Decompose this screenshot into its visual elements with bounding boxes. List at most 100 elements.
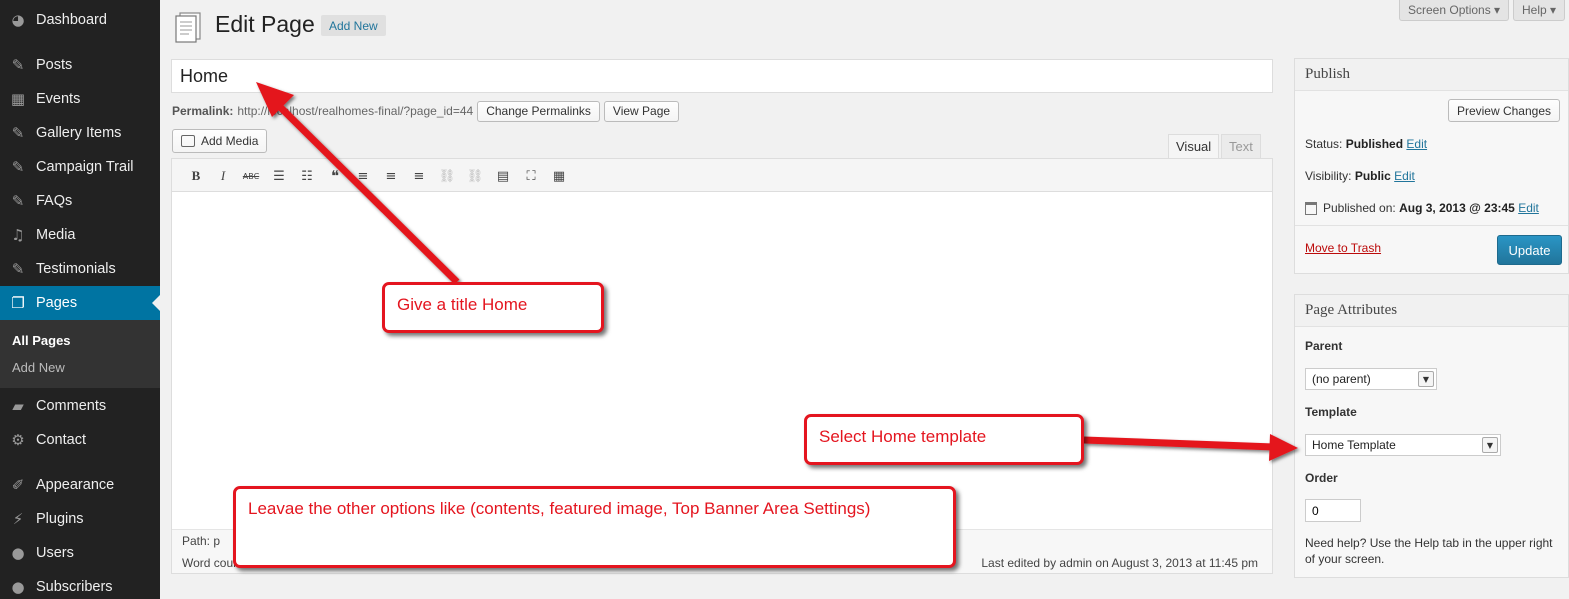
edit-visibility-link[interactable]: Edit — [1394, 169, 1415, 183]
brush-icon: ✐ — [11, 476, 25, 494]
read-more-icon[interactable]: ▤ — [493, 166, 513, 186]
change-permalinks-button[interactable]: Change Permalinks — [477, 100, 600, 122]
sidebar-item-faqs[interactable]: ✎ FAQs — [0, 184, 160, 218]
screen-options-tab[interactable]: Screen Options ▾ — [1399, 0, 1510, 21]
sidebar-item-events[interactable]: ▦ Events — [0, 82, 160, 116]
sidebar-item-label: Posts — [36, 57, 73, 73]
sidebar-item-label: Events — [36, 91, 81, 107]
page-attributes-box: Page Attributes Parent (no parent) ▼ Tem… — [1294, 294, 1569, 578]
parent-select[interactable]: (no parent) ▼ — [1305, 368, 1437, 390]
sidebar-item-media[interactable]: ♫ Media — [0, 218, 160, 252]
page-title: Edit Page — [215, 11, 315, 37]
help-text: Need help? Use the Help tab in the upper… — [1305, 536, 1553, 566]
italic-icon[interactable]: I — [213, 166, 233, 186]
tab-text[interactable]: Text — [1221, 134, 1261, 158]
edit-status-link[interactable]: Edit — [1406, 137, 1427, 151]
submenu-all-pages[interactable]: All Pages — [12, 333, 71, 348]
add-media-wrap: Add Media — [172, 129, 268, 153]
link-icon[interactable]: ⛓ — [437, 166, 457, 186]
sidebar-item-gallery-items[interactable]: ✎ Gallery Items — [0, 116, 160, 150]
blockquote-icon[interactable]: ❝ — [325, 166, 345, 186]
align-left-icon[interactable]: ≡ — [353, 166, 373, 186]
editor-toolbar: B I ABC ☰ ☷ ❝ ≡ ≡ ≡ ⛓ ⛓ ▤ ⛶ ▦ — [172, 159, 1272, 192]
dashboard-icon: ◕ — [11, 11, 25, 29]
update-button[interactable]: Update — [1497, 235, 1562, 265]
pin-icon: ✎ — [11, 260, 25, 278]
page-attributes-title: Page Attributes — [1295, 295, 1568, 327]
chevron-down-icon: ▼ — [1482, 437, 1498, 453]
pages-icon: ❐ — [11, 294, 25, 312]
add-media-button[interactable]: Add Media — [172, 129, 268, 153]
visibility-line: Visibility: Public Edit — [1305, 169, 1415, 183]
media-icon — [181, 135, 195, 147]
pin-icon: ✎ — [11, 158, 25, 176]
sidebar-item-posts[interactable]: ✎ Posts — [0, 48, 160, 82]
sidebar-item-label: Testimonials — [36, 261, 116, 277]
chevron-down-icon: ▼ — [1418, 371, 1434, 387]
sidebar-item-testimonials[interactable]: ✎ Testimonials — [0, 252, 160, 286]
sidebar-item-subscribers[interactable]: ● Subscribers — [0, 570, 160, 599]
post-title-input[interactable] — [171, 59, 1273, 93]
unlink-icon[interactable]: ⛓ — [465, 166, 485, 186]
sidebar-item-label: Contact — [36, 432, 86, 448]
pages-submenu: All Pages Add New — [0, 320, 160, 388]
sidebar-item-pages[interactable]: ❐ Pages — [0, 286, 160, 320]
template-select[interactable]: Home Template ▼ — [1305, 434, 1501, 456]
sidebar-item-label: Comments — [36, 398, 107, 414]
view-page-button[interactable]: View Page — [603, 100, 680, 122]
sidebar-item-label: Plugins — [36, 511, 84, 527]
published-value: Aug 3, 2013 @ 23:45 — [1399, 201, 1515, 215]
published-line: Published on: Aug 3, 2013 @ 23:45 Edit — [1305, 201, 1539, 215]
divider — [1295, 225, 1568, 226]
numbered-list-icon[interactable]: ☷ — [297, 166, 317, 186]
sidebar-item-label: Users — [36, 545, 74, 561]
pin-icon: ✎ — [11, 124, 25, 142]
annotation-options: Leavae the other options like (contents,… — [233, 486, 956, 568]
sidebar-item-label: Dashboard — [36, 12, 107, 28]
user-icon: ● — [11, 544, 25, 562]
published-label: Published on: — [1323, 201, 1396, 215]
parent-value: (no parent) — [1312, 372, 1371, 386]
status-line: Status: Published Edit — [1305, 137, 1427, 151]
template-value: Home Template — [1312, 438, 1396, 452]
fullscreen-icon[interactable]: ⛶ — [521, 166, 541, 186]
align-right-icon[interactable]: ≡ — [409, 166, 429, 186]
strikethrough-icon[interactable]: ABC — [241, 166, 261, 186]
order-input[interactable] — [1305, 499, 1361, 522]
sidebar-item-plugins[interactable]: ⚡ Plugins — [0, 502, 160, 536]
pin-icon: ✎ — [11, 192, 25, 210]
pages-icon — [175, 12, 201, 43]
sidebar-item-contact[interactable]: ⚙ Contact — [0, 423, 160, 457]
add-media-label: Add Media — [201, 134, 259, 148]
sidebar-item-campaign-trail[interactable]: ✎ Campaign Trail — [0, 150, 160, 184]
bold-icon[interactable]: B — [186, 166, 206, 186]
sidebar-item-label: Pages — [36, 295, 78, 311]
edit-date-link[interactable]: Edit — [1518, 201, 1539, 215]
add-new-button[interactable]: Add New — [321, 15, 386, 36]
toolbar-toggle-icon[interactable]: ▦ — [549, 166, 569, 186]
sidebar-item-dashboard[interactable]: ◕ Dashboard — [0, 3, 160, 37]
preview-changes-button[interactable]: Preview Changes — [1447, 99, 1560, 122]
sidebar-item-comments[interactable]: ▰ Comments — [0, 389, 160, 423]
user-icon: ● — [11, 578, 25, 596]
visibility-value: Public — [1354, 169, 1391, 183]
align-center-icon[interactable]: ≡ — [381, 166, 401, 186]
annotation-template: Select Home template — [804, 414, 1084, 465]
sidebar-item-appearance[interactable]: ✐ Appearance — [0, 468, 160, 502]
help-tab[interactable]: Help ▾ — [1513, 0, 1566, 21]
tab-visual[interactable]: Visual — [1168, 134, 1220, 158]
publish-box: Publish Preview Changes Status: Publishe… — [1294, 58, 1569, 274]
calendar-icon — [1305, 201, 1317, 215]
submenu-add-new[interactable]: Add New — [12, 360, 65, 375]
admin-sidebar: ◕ Dashboard ✎ Posts ▦ Events ✎ Gallery I… — [0, 0, 160, 599]
status-value: Published — [1345, 137, 1404, 151]
permalink-row: Permalink: http://localhost/realhomes-fi… — [172, 100, 680, 122]
pin-icon: ✎ — [11, 56, 25, 74]
permalink-url[interactable]: http://localhost/realhomes-final/?page_i… — [237, 104, 473, 118]
bullet-list-icon[interactable]: ☰ — [269, 166, 289, 186]
comment-icon: ▰ — [12, 397, 24, 415]
move-to-trash-link[interactable]: Move to Trash — [1305, 241, 1381, 255]
sidebar-item-users[interactable]: ● Users — [0, 536, 160, 570]
last-edited: Last edited by admin on August 3, 2013 a… — [981, 556, 1258, 570]
editor-path: Path: p — [182, 534, 221, 548]
